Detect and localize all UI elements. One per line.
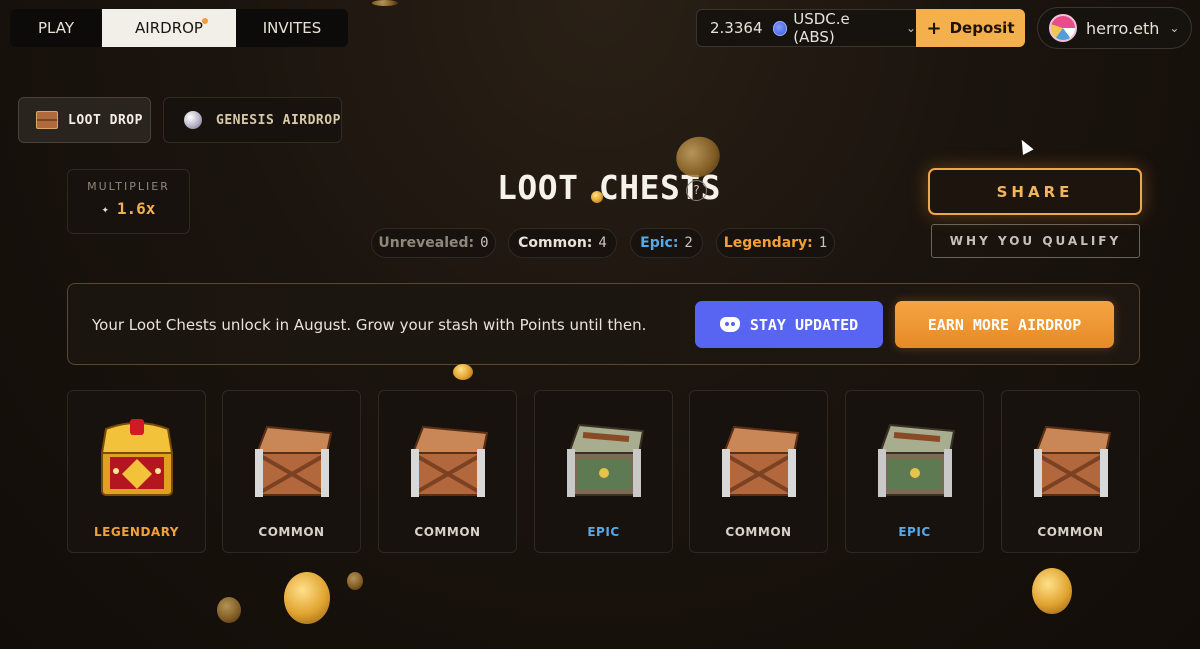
coin-icon [591, 191, 603, 203]
common-chest-icon [411, 425, 489, 497]
tab-invites[interactable]: INVITES [236, 9, 348, 47]
count-value: 2 [684, 235, 693, 251]
common-chest-icon [722, 425, 800, 497]
count-unrevealed: Unrevealed: 0 [371, 228, 496, 258]
chest-icon [36, 111, 58, 129]
chest-rarity-label: COMMON [258, 525, 325, 539]
coin-icon [284, 572, 330, 624]
tab-airdrop[interactable]: AIRDROP [102, 9, 236, 47]
wallet-token: USDC.e (ABS) [793, 10, 850, 46]
coin-icon [1032, 568, 1072, 614]
common-chest-icon [1034, 425, 1112, 497]
mouse-cursor-icon [1016, 137, 1034, 155]
multiplier-value-row: ✦ 1.6x [68, 199, 189, 218]
earn-more-airdrop-button[interactable]: EARN MORE AIRDROP [895, 301, 1114, 348]
chest-card[interactable]: EPIC [534, 390, 673, 553]
common-chest-icon [255, 425, 333, 497]
coin-icon [347, 572, 363, 590]
count-legendary: Legendary: 1 [716, 228, 835, 258]
pearl-icon [184, 111, 202, 129]
count-epic: Epic: 2 [630, 228, 703, 258]
banner-text: Your Loot Chests unlock in August. Grow … [92, 316, 647, 334]
chest-rarity-label: LEGENDARY [94, 525, 179, 539]
multiplier-value: 1.6x [116, 199, 156, 218]
chest-rarity-label: EPIC [898, 525, 931, 539]
chest-card[interactable]: COMMON [689, 390, 828, 553]
chest-rarity-label: COMMON [1037, 525, 1104, 539]
stay-updated-label: STAY UPDATED [749, 315, 859, 334]
count-label: Common: [518, 235, 593, 251]
chest-rarity-label: EPIC [587, 525, 620, 539]
count-label: Epic: [640, 235, 679, 251]
deposit-button[interactable]: + Deposit [916, 9, 1025, 47]
avatar [1049, 14, 1077, 42]
username: herro.eth [1086, 18, 1160, 38]
multiplier-label: MULTIPLIER [87, 180, 170, 193]
plus-icon: + [926, 17, 942, 39]
tab-airdrop-label: AIRDROP [135, 19, 203, 37]
count-label: Legendary: [723, 235, 813, 251]
subtab-loot-drop-label: LOOT DROP [68, 112, 143, 128]
deposit-label: Deposit [949, 19, 1015, 37]
epic-chest-icon [878, 423, 956, 497]
chest-card[interactable]: COMMON [222, 390, 361, 553]
chevron-down-icon: ⌄ [905, 21, 916, 35]
coin-icon [217, 597, 241, 623]
epic-chest-icon [567, 423, 645, 497]
wallet-balance: 2.3364 [710, 19, 763, 37]
chest-rarity-label: COMMON [414, 525, 481, 539]
stay-updated-button[interactable]: STAY UPDATED [695, 301, 883, 348]
count-value: 4 [598, 235, 607, 251]
count-value: 0 [480, 235, 489, 251]
count-common: Common: 4 [508, 228, 617, 258]
chest-card[interactable]: COMMON [378, 390, 517, 553]
coin-icon [453, 364, 473, 380]
chest-card[interactable]: EPIC [845, 390, 984, 553]
chest-card[interactable]: COMMON [1001, 390, 1140, 553]
chest-card[interactable]: LEGENDARY [67, 390, 206, 553]
count-value: 1 [818, 235, 828, 251]
chevron-down-icon: ⌄ [1169, 21, 1180, 35]
top-nav-tabs: PLAY AIRDROP INVITES [10, 9, 348, 47]
subtab-genesis-label: GENESIS AIRDROP [216, 112, 341, 128]
notification-dot [202, 18, 208, 24]
wallet-balance-selector[interactable]: 2.3364 USDC.e (ABS) ⌄ [696, 9, 916, 47]
unlock-banner: Your Loot Chests unlock in August. Grow … [67, 283, 1140, 365]
share-button[interactable]: SHARE [928, 168, 1142, 215]
coin-icon [372, 0, 398, 6]
subtab-genesis-airdrop[interactable]: GENESIS AIRDROP [163, 97, 342, 143]
help-icon[interactable]: ? [686, 180, 707, 201]
usdc-token-icon [772, 20, 788, 36]
profile-menu[interactable]: herro.eth ⌄ [1037, 7, 1192, 49]
sparkle-icon: ✦ [101, 201, 109, 216]
multiplier-card: MULTIPLIER ✦ 1.6x [67, 169, 190, 234]
subtab-loot-drop[interactable]: LOOT DROP [18, 97, 151, 143]
count-label: Unrevealed: [378, 235, 475, 251]
legendary-chest-icon [100, 419, 174, 496]
chest-rarity-label: COMMON [725, 525, 792, 539]
tab-play[interactable]: PLAY [10, 9, 102, 47]
discord-icon [719, 317, 740, 332]
why-you-qualify-button[interactable]: WHY YOU QUALIFY [931, 224, 1140, 258]
